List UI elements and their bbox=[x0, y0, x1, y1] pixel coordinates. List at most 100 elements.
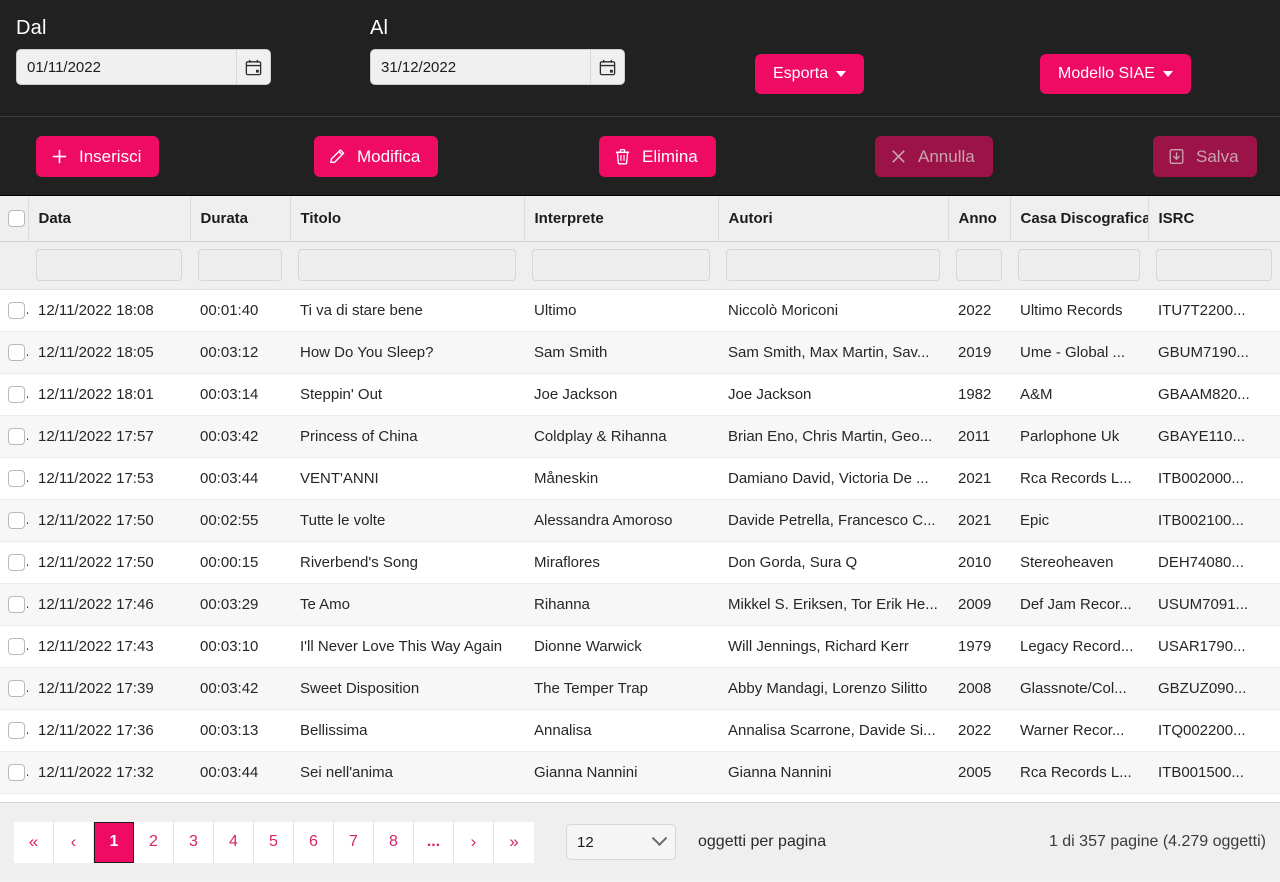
date-to-group: Al bbox=[370, 16, 625, 85]
date-from-group: Dal bbox=[16, 16, 271, 85]
row-select-checkbox[interactable] bbox=[8, 343, 25, 361]
delete-button-label: Elimina bbox=[642, 146, 698, 166]
siae-model-button[interactable]: Modello SIAE bbox=[1040, 54, 1191, 94]
pagination-page-7[interactable]: 7 bbox=[334, 821, 374, 863]
cell-interprete: The Temper Trap bbox=[524, 667, 718, 710]
pagination-page-2[interactable]: 2 bbox=[134, 821, 174, 863]
cell-autori: Gianna Nannini bbox=[718, 751, 948, 794]
pagination-page-4[interactable]: 4 bbox=[214, 821, 254, 863]
table-row[interactable]: 12/11/2022 17:32 00:03:44 Sei nell'anima Gi… bbox=[0, 751, 1280, 794]
cell-isrc: GBUM7190... bbox=[1148, 331, 1280, 374]
column-header-autori[interactable]: Autori bbox=[718, 196, 949, 242]
row-select-cell bbox=[0, 709, 28, 752]
filter-cell-data bbox=[28, 241, 190, 290]
cell-anno: 2008 bbox=[948, 667, 1010, 710]
per-page-select[interactable]: 12 bbox=[566, 824, 676, 860]
cell-isrc: GBAYE110... bbox=[1148, 415, 1280, 458]
table-row[interactable]: 12/11/2022 17:53 00:03:44 VENT'ANNI Måneski… bbox=[0, 457, 1280, 500]
column-header-interprete[interactable]: Interprete bbox=[524, 196, 719, 242]
row-select-checkbox[interactable] bbox=[8, 301, 25, 319]
pagination-page-3[interactable]: 3 bbox=[174, 821, 214, 863]
row-select-checkbox[interactable] bbox=[8, 469, 25, 487]
cell-autori: Sam Smith, Max Martin, Sav... bbox=[718, 331, 948, 374]
table-row[interactable]: 12/11/2022 17:43 00:03:10 I'll Never Love … bbox=[0, 625, 1280, 668]
cell-autori: Annalisa Scarrone, Davide Si... bbox=[718, 709, 948, 752]
filter-input-autori[interactable] bbox=[726, 249, 940, 281]
records-table: Data Durata Titolo Interprete Autori Ann… bbox=[0, 196, 1280, 794]
row-select-checkbox[interactable] bbox=[8, 427, 25, 445]
cell-anno: 2011 bbox=[948, 415, 1010, 458]
cell-casa: Rca Records L... bbox=[1010, 751, 1148, 794]
table-row[interactable]: 12/11/2022 18:08 00:01:40 Ti va di stare b… bbox=[0, 289, 1280, 332]
row-select-checkbox[interactable] bbox=[8, 721, 25, 739]
filter-input-anno[interactable] bbox=[956, 249, 1002, 281]
filter-input-interprete[interactable] bbox=[532, 249, 710, 281]
column-header-durata[interactable]: Durata bbox=[190, 196, 291, 242]
filter-cell-interprete bbox=[524, 241, 718, 290]
cell-autori: Joe Jackson bbox=[718, 373, 948, 416]
table-row[interactable]: 12/11/2022 18:01 00:03:14 Steppin' Out Joe … bbox=[0, 373, 1280, 416]
row-select-checkbox[interactable] bbox=[8, 763, 25, 781]
table-row[interactable]: 12/11/2022 17:36 00:03:13 Bellissima Annali… bbox=[0, 709, 1280, 752]
cell-data: 12/11/2022 17:50 bbox=[28, 499, 190, 542]
cancel-button[interactable]: Annulla bbox=[875, 136, 993, 177]
column-header-isrc[interactable]: ISRC bbox=[1148, 196, 1280, 242]
row-select-cell bbox=[0, 667, 28, 710]
pagination-page-1[interactable]: 1 bbox=[94, 821, 134, 863]
filter-input-durata[interactable] bbox=[198, 249, 282, 281]
cell-anno: 2019 bbox=[948, 331, 1010, 374]
date-to-input[interactable] bbox=[371, 50, 590, 84]
date-from-input[interactable] bbox=[17, 50, 236, 84]
save-button[interactable]: Salva bbox=[1153, 136, 1257, 177]
delete-button[interactable]: Elimina bbox=[599, 136, 716, 177]
pagination-prev-button[interactable]: ‹ bbox=[54, 821, 94, 863]
export-button[interactable]: Esporta bbox=[755, 54, 865, 94]
cell-titolo: Steppin' Out bbox=[290, 373, 524, 416]
row-select-checkbox[interactable] bbox=[8, 595, 25, 613]
column-header-titolo[interactable]: Titolo bbox=[290, 196, 525, 242]
select-all-checkbox[interactable] bbox=[8, 210, 25, 228]
table-row[interactable]: 12/11/2022 17:39 00:03:42 Sweet Dispositio… bbox=[0, 667, 1280, 710]
row-select-checkbox[interactable] bbox=[8, 679, 25, 697]
filter-input-data[interactable] bbox=[36, 249, 182, 281]
table-row[interactable]: 12/11/2022 17:57 00:03:42 Princess of Chin… bbox=[0, 415, 1280, 458]
row-select-checkbox[interactable] bbox=[8, 637, 25, 655]
filter-input-isrc[interactable] bbox=[1156, 249, 1272, 281]
row-select-checkbox[interactable] bbox=[8, 511, 25, 529]
table-row[interactable]: 12/11/2022 18:05 00:03:12 How Do You Sleep… bbox=[0, 331, 1280, 374]
column-header-casa[interactable]: Casa Discografica bbox=[1010, 196, 1149, 242]
row-select-cell bbox=[0, 457, 28, 500]
filter-input-titolo[interactable] bbox=[298, 249, 516, 281]
filter-input-casa[interactable] bbox=[1018, 249, 1140, 281]
cell-interprete: Rihanna bbox=[524, 583, 718, 626]
edit-button[interactable]: Modifica bbox=[314, 136, 439, 177]
pagination-next-button[interactable]: › bbox=[454, 821, 494, 863]
column-header-data[interactable]: Data bbox=[28, 196, 191, 242]
calendar-icon bbox=[599, 59, 616, 75]
filter-cell-casa bbox=[1010, 241, 1148, 290]
save-button-label: Salva bbox=[1196, 146, 1239, 166]
cell-interprete: Gianna Nannini bbox=[524, 751, 718, 794]
pagination-last-button[interactable]: » bbox=[494, 821, 534, 863]
cell-isrc: ITB002000... bbox=[1148, 457, 1280, 500]
column-header-anno[interactable]: Anno bbox=[948, 196, 1011, 242]
select-all-header bbox=[0, 196, 29, 242]
insert-button[interactable]: Inserisci bbox=[36, 136, 160, 177]
table-row[interactable]: 12/11/2022 17:50 00:02:55 Tutte le volte Al… bbox=[0, 499, 1280, 542]
trash-icon bbox=[615, 149, 630, 165]
table-body: 12/11/2022 18:08 00:01:40 Ti va di stare b… bbox=[0, 289, 1280, 794]
row-select-checkbox[interactable] bbox=[8, 385, 25, 403]
date-to-wrapper bbox=[370, 49, 625, 85]
close-icon bbox=[892, 150, 905, 163]
table-row[interactable]: 12/11/2022 17:50 00:00:15 Riverbend's Song… bbox=[0, 541, 1280, 584]
date-to-calendar-button[interactable] bbox=[590, 50, 624, 84]
row-select-checkbox[interactable] bbox=[8, 553, 25, 571]
table-row[interactable]: 12/11/2022 17:46 00:03:29 Te Amo Rihanna Mik… bbox=[0, 583, 1280, 626]
edit-button-label: Modifica bbox=[357, 146, 421, 166]
pagination-page-6[interactable]: 6 bbox=[294, 821, 334, 863]
pagination-first-button[interactable]: « bbox=[14, 821, 54, 863]
pagination-page-5[interactable]: 5 bbox=[254, 821, 294, 863]
cell-casa: Parlophone Uk bbox=[1010, 415, 1148, 458]
date-from-calendar-button[interactable] bbox=[236, 50, 270, 84]
pagination-page-8[interactable]: 8 bbox=[374, 821, 414, 863]
